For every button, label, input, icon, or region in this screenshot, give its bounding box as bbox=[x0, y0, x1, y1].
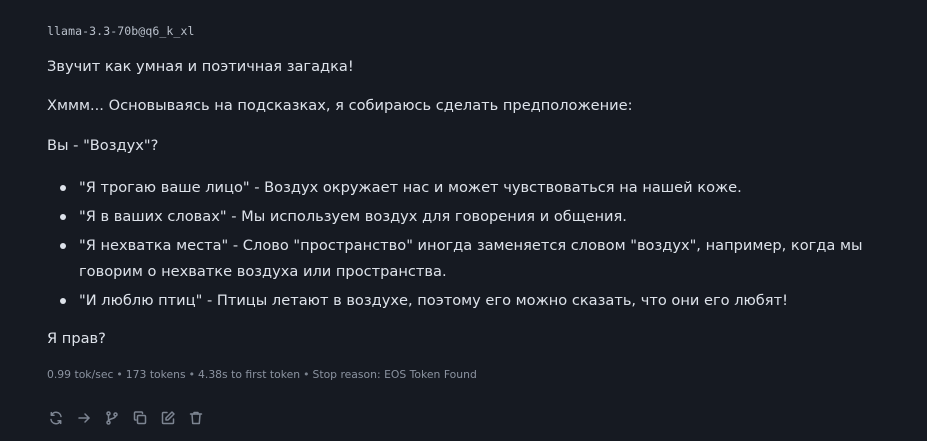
list-item: "Я трогаю ваше лицо" - Воздух окружает н… bbox=[47, 175, 917, 201]
regenerate-icon bbox=[50, 411, 62, 425]
model-name-label: llama-3.3-70b@q6_k_xl bbox=[47, 24, 195, 38]
stat-separator: • bbox=[188, 368, 196, 381]
message-paragraph-closing: Я прав? bbox=[47, 330, 106, 347]
message-bullet-list: "Я трогаю ваше лицо" - Воздух окружает н… bbox=[47, 175, 917, 317]
message-paragraph-reasoning: Хммм... Основываясь на подсказках, я соб… bbox=[47, 97, 633, 114]
edit-button[interactable] bbox=[159, 409, 177, 427]
list-item: "Я в ваших словах" - Мы используем возду… bbox=[47, 204, 917, 230]
message-paragraph-guess: Вы - "Воздух"? bbox=[47, 137, 159, 154]
stat-stop-reason: Stop reason: EOS Token Found bbox=[312, 368, 477, 381]
generation-stats: 0.99 tok/sec • 173 tokens • 4.38s to first t… bbox=[47, 368, 477, 381]
stat-tokens: 173 tokens bbox=[125, 368, 186, 381]
delete-icon bbox=[189, 411, 203, 425]
message-actions-toolbar bbox=[47, 409, 205, 427]
copy-icon bbox=[133, 411, 147, 425]
branch-button[interactable] bbox=[103, 409, 121, 427]
list-item: "Я нехватка места" - Слово "пространство… bbox=[47, 233, 917, 285]
stat-first-token: 4.38s to first token bbox=[198, 368, 301, 381]
branch-icon bbox=[106, 411, 118, 425]
continue-arrow-icon bbox=[78, 413, 90, 423]
regenerate-button[interactable] bbox=[47, 409, 65, 427]
stat-separator: • bbox=[303, 368, 310, 381]
delete-button[interactable] bbox=[187, 409, 205, 427]
edit-icon bbox=[161, 411, 175, 425]
stat-speed: 0.99 tok/sec bbox=[47, 368, 114, 381]
stat-separator: • bbox=[116, 368, 123, 381]
list-item: "И люблю птиц" - Птицы летают в воздухе,… bbox=[47, 288, 917, 314]
message-paragraph-intro: Звучит как умная и поэтичная загадка! bbox=[47, 58, 354, 75]
continue-button[interactable] bbox=[75, 409, 93, 427]
copy-button[interactable] bbox=[131, 409, 149, 427]
